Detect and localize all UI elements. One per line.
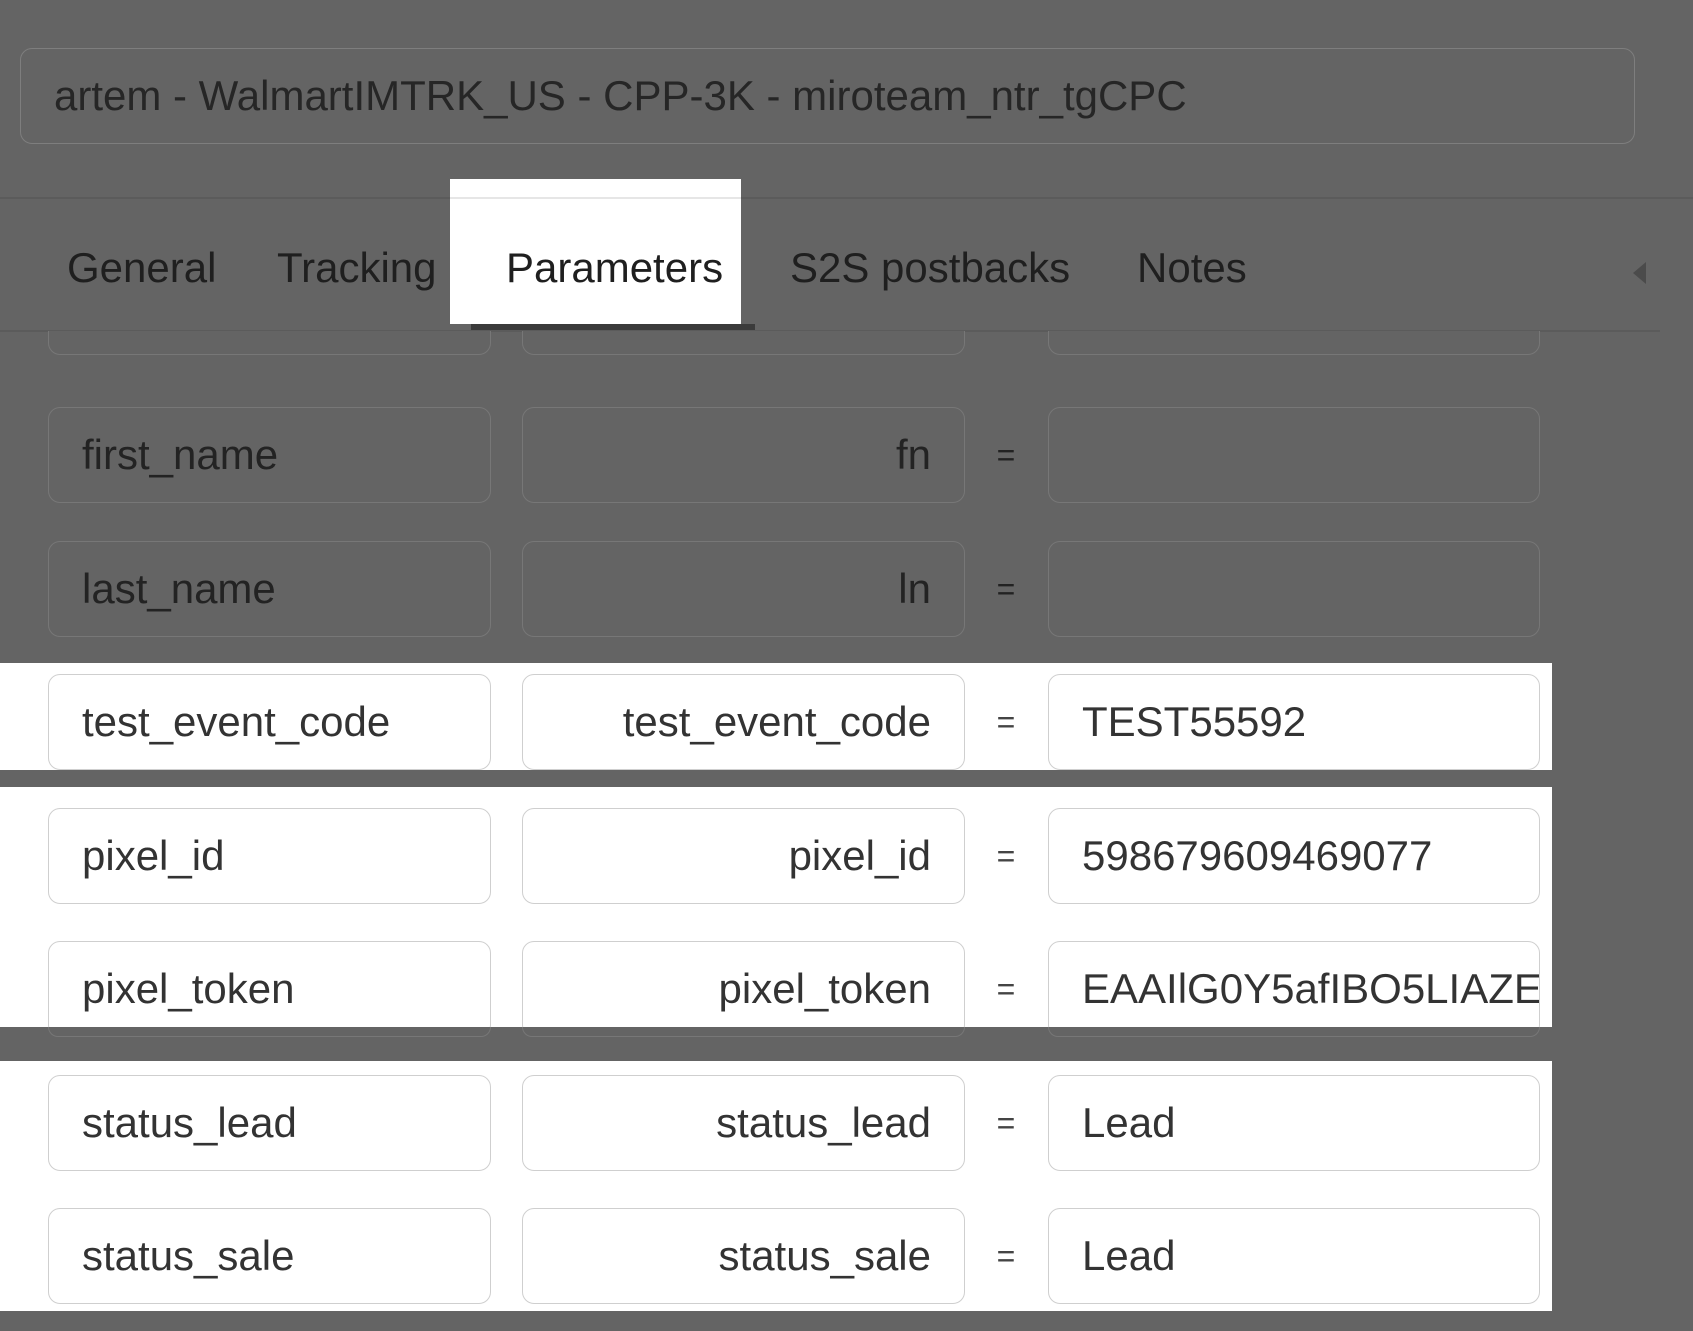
param-value-input[interactable] (1048, 407, 1540, 503)
param-value-input[interactable]: Lead (1048, 1075, 1540, 1171)
param-row-clipped: phone ph (0, 331, 1693, 372)
equals-sign: = (996, 570, 1016, 607)
param-name-input[interactable]: status_sale (522, 1208, 965, 1304)
equals-sign: = (996, 1104, 1016, 1141)
param-key-input[interactable]: last_name (48, 541, 491, 637)
param-key-input[interactable]: first_name (48, 407, 491, 503)
param-key-input[interactable]: status_lead (48, 1075, 491, 1171)
param-value-input[interactable]: EAAIlG0Y5afIBO5LIAZE (1048, 941, 1540, 1037)
param-key-input[interactable]: pixel_token (48, 941, 491, 1037)
param-key-input[interactable]: phone (48, 331, 491, 355)
param-name-input[interactable]: ln (522, 541, 965, 637)
equals-sign: = (996, 703, 1016, 740)
param-key-input[interactable]: test_event_code (48, 674, 491, 770)
param-row: pixel_token pixel_token = EAAIlG0Y5afIBO… (0, 941, 1693, 1037)
param-name-input[interactable]: test_event_code (522, 674, 965, 770)
param-row: test_event_code test_event_code = TEST55… (0, 674, 1693, 770)
param-name-input[interactable]: pixel_id (522, 808, 965, 904)
tab-tracking[interactable]: Tracking (277, 240, 437, 296)
equals-sign: = (996, 970, 1016, 1007)
divider (450, 197, 741, 199)
param-row: pixel_id pixel_id = 598679609469077 (0, 808, 1693, 904)
param-key-input-edge (48, 1027, 491, 1037)
tab-notes[interactable]: Notes (1137, 240, 1247, 296)
param-row: status_sale status_sale = Lead (0, 1208, 1693, 1304)
parameters-panel: artem - WalmartIMTRK_US - CPP-3K - mirot… (0, 0, 1693, 1331)
param-row: first_name fn = (0, 407, 1693, 503)
param-row: status_lead status_lead = Lead (0, 1075, 1693, 1171)
param-row: last_name ln = (0, 541, 1693, 637)
param-value-input[interactable]: Lead (1048, 1208, 1540, 1304)
offer-name-input[interactable]: artem - WalmartIMTRK_US - CPP-3K - mirot… (20, 48, 1635, 144)
param-value-input-edge (1048, 1027, 1540, 1037)
param-key-input[interactable]: status_sale (48, 1208, 491, 1304)
equals-sign: = (996, 837, 1016, 874)
tab-general[interactable]: General (67, 240, 216, 296)
tab-s2s-postbacks[interactable]: S2S postbacks (790, 240, 1070, 296)
overlay-backdrop (1552, 663, 1693, 1311)
equals-sign: = (996, 436, 1016, 473)
tab-parameters[interactable]: Parameters (506, 240, 723, 296)
param-row: phone ph (0, 331, 1693, 355)
param-value-input[interactable] (1048, 331, 1540, 355)
overlay-backdrop (0, 1311, 1693, 1331)
param-value-input[interactable]: 598679609469077 (1048, 808, 1540, 904)
param-name-input-edge (522, 1027, 965, 1037)
equals-sign: = (996, 1237, 1016, 1274)
param-name-input[interactable]: fn (522, 407, 965, 503)
divider (0, 197, 1693, 199)
param-name-input[interactable]: pixel_token (522, 941, 965, 1037)
param-name-input[interactable]: status_lead (522, 1075, 965, 1171)
chevron-left-icon[interactable] (1633, 262, 1646, 284)
param-key-input[interactable]: pixel_id (48, 808, 491, 904)
param-value-input[interactable]: TEST55592 (1048, 674, 1540, 770)
overlay-backdrop (0, 770, 1693, 787)
param-value-input[interactable] (1048, 541, 1540, 637)
param-name-input[interactable]: ph (522, 331, 965, 355)
